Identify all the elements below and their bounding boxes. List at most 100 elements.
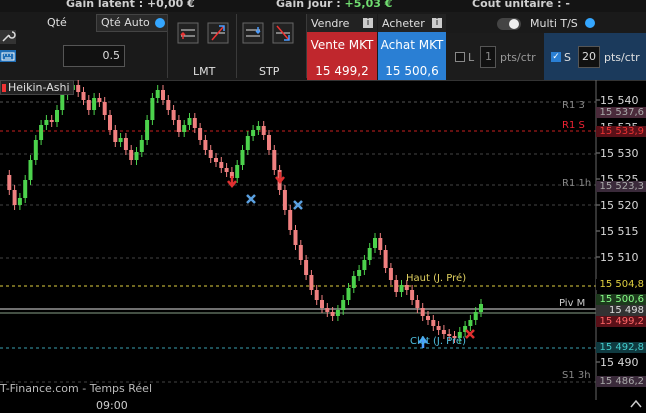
price-tag: 15 533,9	[596, 126, 646, 137]
multi-ts-toggle[interactable]	[497, 18, 521, 30]
info-icon[interactable]: i	[363, 18, 373, 28]
candle-body	[214, 158, 218, 162]
stp-buy-icon[interactable]	[242, 22, 264, 44]
stp-sell-icon[interactable]	[272, 22, 294, 44]
price-tag: 15 537,6	[596, 107, 646, 118]
qty-input[interactable]: 0.5	[63, 45, 125, 67]
candle-body	[102, 102, 107, 115]
price-tick-label: 15 520	[600, 199, 639, 212]
candle-body	[166, 100, 171, 110]
wrench-icon[interactable]	[0, 30, 16, 44]
candle-body	[431, 320, 436, 326]
qty-auto-button[interactable]: Qté Auto	[96, 14, 168, 32]
candle-body	[60, 95, 65, 110]
candle-body	[76, 85, 81, 92]
candle-body	[441, 330, 446, 334]
stop-unit: pts/ctr	[604, 51, 640, 64]
keyboard-icon[interactable]	[0, 50, 16, 62]
price-tag: 15 499,2	[596, 316, 646, 327]
price-tag: 15 498	[596, 305, 646, 316]
candle-body	[298, 245, 303, 260]
status-bar: Gain latent : +0,00 € Gain jour : +5,03 …	[0, 0, 646, 12]
candle-body	[404, 285, 409, 290]
candle-body	[192, 118, 197, 128]
sell-market-button[interactable]: Vente MKT 15 499,2	[307, 32, 377, 80]
stop-checkbox[interactable]: ✓	[551, 52, 561, 62]
candle-body	[55, 110, 59, 122]
candle-body	[304, 260, 309, 275]
limit-checkbox[interactable]	[455, 52, 465, 62]
candle-body	[176, 120, 181, 132]
chart-style-selector[interactable]: Heikin-Ashi	[0, 80, 74, 95]
candle-body	[357, 270, 362, 276]
price-tick-label: 15 540	[600, 94, 639, 107]
candle-body	[49, 120, 54, 122]
limit-unit: pts/ctr	[500, 51, 536, 64]
candle-body	[388, 268, 393, 280]
candle-body	[309, 275, 314, 290]
candle-body	[39, 125, 44, 140]
candle-body	[245, 136, 250, 150]
level-label-clot: Clôt (J. Pré)	[410, 336, 466, 347]
separator	[167, 14, 168, 78]
candle-body	[341, 300, 346, 310]
candle-body	[468, 320, 473, 326]
level-label-r1-3: R1 3	[562, 100, 585, 111]
candle-body	[92, 98, 97, 110]
sell-arrow-icon	[275, 172, 285, 185]
candle-body	[351, 276, 356, 288]
price-tick-label: 15 490	[600, 356, 639, 369]
candle-body	[129, 150, 134, 160]
candle-body	[33, 140, 38, 160]
candle-body	[108, 115, 112, 130]
candle-body	[12, 190, 17, 205]
candle-body	[81, 92, 86, 100]
exit-cross-icon	[246, 194, 256, 204]
acheter-header: Acheter i	[378, 14, 446, 32]
price-tag: 15 500,6	[596, 294, 646, 305]
info-bubble-icon	[155, 18, 165, 28]
price-tick-label: 15 530	[600, 147, 639, 160]
limit-input[interactable]: 1	[480, 46, 496, 68]
buy-market-button[interactable]: Achat MKT 15 500,6	[378, 32, 446, 80]
lmt-buy-icon[interactable]	[177, 22, 199, 44]
vendre-header: Vendre i	[307, 14, 377, 32]
level-label-s1-3: S1 3h	[562, 370, 591, 381]
time-axis-label: 09:00	[96, 399, 128, 412]
info-icon[interactable]: i	[432, 18, 442, 28]
candle-body	[325, 308, 330, 312]
candle-body	[399, 285, 404, 292]
candle-body	[97, 98, 102, 102]
candle-body	[335, 310, 340, 316]
lmt-sell-icon[interactable]	[207, 22, 229, 44]
stp-label: STP	[259, 65, 280, 78]
level-label-haut: Haut (J. Pré)	[406, 273, 467, 284]
limit-label: L	[468, 51, 475, 64]
level-label-r1-s: R1 S	[562, 120, 585, 131]
scroll-arrow-icon[interactable]	[628, 398, 644, 410]
candle-body	[118, 138, 123, 142]
candle-body	[320, 300, 324, 308]
candle-body	[272, 150, 277, 170]
candle-body	[208, 150, 213, 158]
candle-body	[256, 126, 261, 130]
stop-input[interactable]: 20	[578, 46, 600, 68]
candle-body	[288, 210, 293, 230]
candle-body	[139, 140, 144, 152]
price-tag: 15 523,3	[596, 181, 646, 192]
candle-body	[282, 190, 287, 210]
candle-body	[330, 312, 335, 316]
candle-body	[293, 230, 298, 245]
candle-body	[203, 140, 208, 150]
candle-body	[150, 98, 155, 120]
candle-body	[436, 326, 441, 330]
candle-body	[346, 288, 351, 300]
price-chart[interactable]: 15 54015 53515 53015 52515 52015 51515 5…	[0, 80, 646, 400]
candle-body	[28, 160, 33, 180]
candle-body	[235, 165, 240, 178]
stop-label: S	[564, 51, 571, 64]
price-tag: 15 486,2	[596, 376, 646, 387]
candle-body	[17, 198, 22, 205]
candle-body	[113, 130, 118, 142]
candle-body	[219, 162, 224, 168]
